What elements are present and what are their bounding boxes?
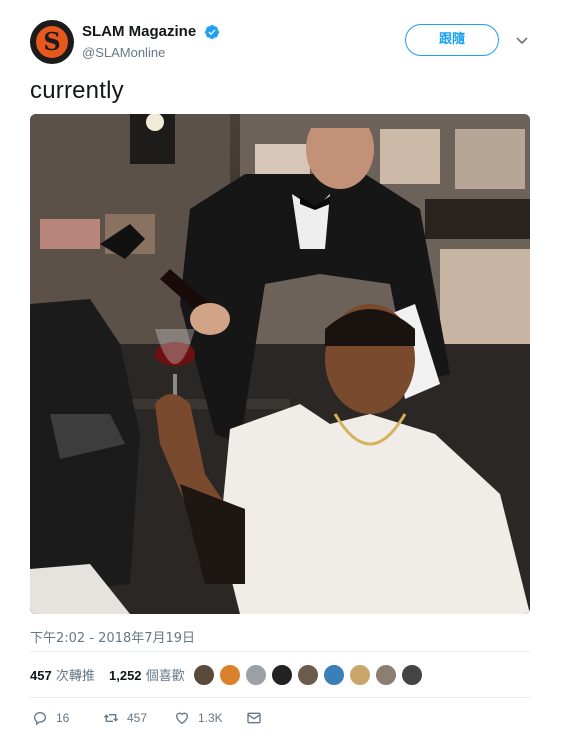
avatar-letter: S [43,27,61,56]
tweet-text: currently [30,77,124,104]
heart-icon [175,712,189,725]
liker-avatar[interactable] [349,664,371,686]
author-avatar[interactable]: S [30,20,74,64]
chevron-down-icon[interactable] [514,32,530,48]
liker-avatar[interactable] [193,664,215,686]
envelope-icon [247,712,261,724]
reply-count: 16 [56,711,70,725]
retweet-button[interactable]: 457 [103,708,147,728]
divider [30,697,530,698]
direct-message-button[interactable] [246,708,270,728]
liker-avatar[interactable] [245,664,267,686]
tweet-header: S SLAM Magazine @SLAMonline 跟隨 [30,20,533,64]
verified-badge-icon [204,24,219,39]
liker-avatar[interactable] [323,664,345,686]
likes-label: 個喜歡 [145,669,185,684]
retweets-stat[interactable]: 457 次轉推 [30,665,95,684]
retweet-icon [103,714,119,722]
liker-avatar[interactable] [271,664,293,686]
author-names: SLAM Magazine @SLAMonline [82,23,220,60]
retweets-count: 457 [30,668,52,683]
tweet-stats: 457 次轉推 1,252 個喜歡 [30,665,195,687]
like-button[interactable]: 1.3K [174,708,223,728]
retweet-count: 457 [127,711,148,725]
liker-avatar[interactable] [375,664,397,686]
divider [30,651,530,652]
slam-logo: S [36,26,68,58]
liker-avatar[interactable] [219,664,241,686]
photo-illustration [30,114,530,614]
reply-icon [33,711,47,726]
likes-count: 1,252 [109,668,142,683]
liker-avatars [193,664,427,688]
author-handle[interactable]: @SLAMonline [82,45,220,60]
retweets-label: 次轉推 [55,669,95,684]
liker-avatar[interactable] [401,664,423,686]
reply-button[interactable]: 16 [32,708,69,728]
tweet-timestamp[interactable]: 下午2:02 - 2018年7月19日 [30,627,195,646]
liker-avatar[interactable] [297,664,319,686]
likes-stat[interactable]: 1,252 個喜歡 [109,665,185,684]
author-display-name[interactable]: SLAM Magazine [82,23,196,40]
follow-button[interactable]: 跟隨 [405,24,499,56]
tweet-photo[interactable] [30,114,530,614]
like-count: 1.3K [198,711,223,725]
